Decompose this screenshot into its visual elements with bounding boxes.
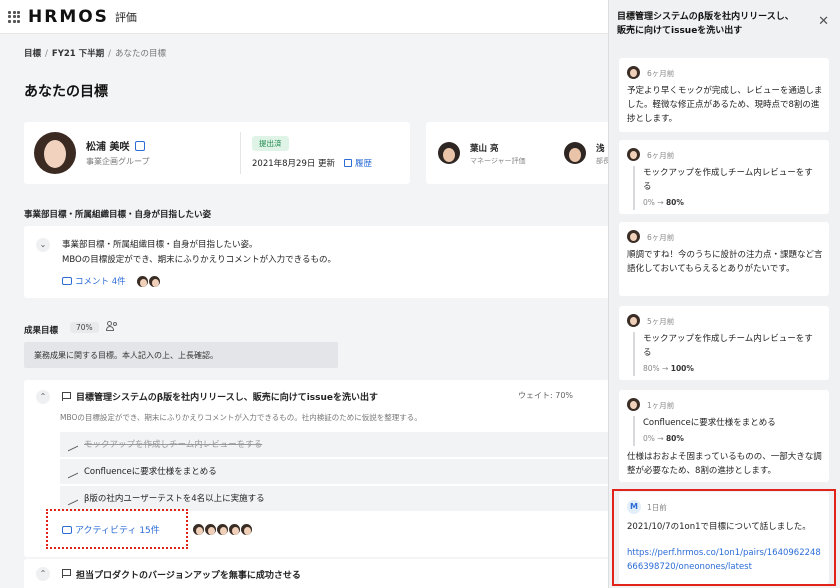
trend-icon bbox=[68, 492, 78, 506]
highlight-box bbox=[612, 489, 836, 586]
divider bbox=[240, 132, 241, 174]
reviewer-avatar bbox=[438, 142, 460, 164]
chevron-up-icon[interactable]: ⌃ bbox=[36, 390, 50, 404]
flag-icon bbox=[62, 569, 71, 578]
profile-group: 事業企画グループ bbox=[86, 157, 150, 166]
activity-text: 順調ですね！今のうちに設計の注力点・課題など言語化しておいてもらえるとありがたい… bbox=[627, 250, 823, 274]
activity-text: 予定より早くモックが完成し、レビューを通過しました。軽微な修正点があるため、現時… bbox=[627, 86, 823, 124]
avatar bbox=[627, 398, 640, 411]
breadcrumb-item-term[interactable]: FY21 下半期 bbox=[52, 49, 104, 59]
reviewer-name: 葉山 亮 bbox=[470, 144, 499, 154]
history-icon bbox=[344, 159, 352, 167]
product-name: 評価 bbox=[114, 10, 137, 24]
reviewer-role: 部長 bbox=[596, 157, 608, 165]
vision-section-title: 事業部目標・所属組織目標・自身が目指したい姿 bbox=[24, 210, 212, 220]
activity-icon bbox=[62, 526, 72, 534]
activity-quote: Confluenceに要求仕様をまとめる 0% → 80% bbox=[633, 416, 819, 446]
activity-time: 5ヶ月前 bbox=[647, 317, 675, 326]
activity-quote: モックアップを作成しチーム内レビューをする 80% → 100% bbox=[633, 332, 819, 376]
reviewer-card: 葉山 亮 マネージャー評価 浅 部長 bbox=[426, 122, 608, 184]
activity-time: 1ヶ月前 bbox=[647, 401, 675, 410]
vision-line: MBOの目標設定ができ、期末にふりかえりコメントが入力できるもの。 bbox=[62, 255, 336, 265]
progress-change: 80% → 100% bbox=[643, 364, 694, 373]
panel-title: 目標管理システムのβ版を社内リリースし、 販売に向けてissueを洗い出す bbox=[617, 12, 794, 36]
chevron-up-icon[interactable]: ⌃ bbox=[36, 567, 50, 581]
activity-link[interactable]: アクティビティ 15件 bbox=[62, 523, 160, 536]
results-description: 業務成果に関する目標。本人記入の上、上長確認。 bbox=[24, 342, 338, 368]
app-grid-icon[interactable] bbox=[8, 10, 20, 23]
activity-item: 6ヶ月前 モックアップを作成しチーム内レビューをする 0% → 80% bbox=[619, 140, 829, 214]
updated-date: 2021年8月29日 更新 bbox=[252, 159, 336, 169]
avatar bbox=[627, 314, 640, 327]
goal-card: ⌃ 担当プロダクトのバージョンアップを無事に成功させる bbox=[24, 559, 608, 588]
comment-icon bbox=[62, 277, 72, 285]
brand-logo[interactable]: HRMOS bbox=[28, 7, 109, 27]
panel-header: 目標管理システムのβ版を社内リリースし、 販売に向けてissueを洗い出す ✕ bbox=[609, 0, 840, 50]
page-title: あなたの目標 bbox=[24, 84, 108, 100]
activity-time: 6ヶ月前 bbox=[647, 151, 675, 160]
avatar bbox=[148, 275, 161, 288]
activity-item: 6ヶ月前 順調ですね！今のうちに設計の注力点・課題など言語化しておいてもらえると… bbox=[619, 222, 829, 296]
avatar bbox=[240, 523, 253, 536]
activity-item: 5ヶ月前 モックアップを作成しチーム内レビューをする 80% → 100% bbox=[619, 306, 829, 380]
vision-line: 事業部目標・所属組織目標・自身が目指したい姿。 bbox=[62, 240, 258, 250]
close-icon[interactable]: ✕ bbox=[818, 14, 829, 29]
status-badge: 提出済 bbox=[252, 136, 289, 151]
vision-card: ⌄ 事業部目標・所属組織目標・自身が目指したい姿。 MBOの目標設定ができ、期末… bbox=[24, 226, 608, 298]
goal-description: MBOの目標設定ができ、期末にふりかえりコメントが入力できるもの。社内検証のため… bbox=[60, 413, 422, 422]
breadcrumb-current: あなたの目標 bbox=[115, 49, 167, 59]
progress-change: 0% → 80% bbox=[643, 434, 684, 443]
task-row[interactable]: モックアップを作成しチーム内レビューをする bbox=[60, 432, 608, 458]
activity-item: 6ヶ月前 予定より早くモックが完成し、レビューを通過しました。軽微な修正点がある… bbox=[619, 58, 829, 132]
profile-name: 松浦 美咲 bbox=[86, 138, 146, 153]
avatar bbox=[34, 132, 76, 174]
profile-card: 松浦 美咲 事業企画グループ 提出済 2021年8月29日 更新 履歴 bbox=[24, 122, 410, 184]
flag-icon bbox=[62, 392, 71, 401]
goal-title[interactable]: 担当プロダクトのバージョンアップを無事に成功させる bbox=[76, 568, 301, 581]
activity-item: 1ヶ月前 Confluenceに要求仕様をまとめる 0% → 80% 仕様はおお… bbox=[619, 390, 829, 482]
activity-quote: モックアップを作成しチーム内レビューをする 0% → 80% bbox=[633, 166, 819, 210]
results-percent-badge: 70% bbox=[70, 322, 99, 333]
trend-icon bbox=[68, 465, 78, 479]
trend-icon bbox=[68, 438, 78, 452]
vision-text: 事業部目標・所属組織目標・自身が目指したい姿。 MBOの目標設定ができ、期末にふ… bbox=[62, 238, 336, 268]
task-row[interactable]: Confluenceに要求仕様をまとめる bbox=[60, 459, 608, 485]
goal-title[interactable]: 目標管理システムのβ版を社内リリースし、販売に向けてissueを洗い出す bbox=[76, 390, 378, 403]
people-icon[interactable] bbox=[106, 321, 118, 331]
reviewer-avatar bbox=[564, 142, 586, 164]
avatar bbox=[627, 66, 640, 79]
chevron-down-icon[interactable]: ⌄ bbox=[36, 238, 50, 252]
results-section-title: 成果目標 bbox=[24, 326, 59, 336]
main-content: 目標 / FY21 下半期 / あなたの目標 あなたの目標 松浦 美咲 事業企画グループ… bbox=[0, 35, 608, 588]
activity-text: 仕様はおおよそ固まっているものの、一部大きな調整が必要なため、8割の進捗とします… bbox=[627, 452, 822, 476]
avatar bbox=[627, 148, 640, 161]
breadcrumb-item-goals[interactable]: 目標 bbox=[24, 49, 41, 59]
goal-weight: ウェイト: 70% bbox=[518, 391, 574, 400]
activity-time: 6ヶ月前 bbox=[647, 233, 675, 242]
progress-change: 0% → 80% bbox=[643, 198, 684, 207]
reviewer-role: マネージャー評価 bbox=[470, 157, 526, 165]
breadcrumb: 目標 / FY21 下半期 / あなたの目標 bbox=[24, 49, 167, 59]
history-link[interactable]: 履歴 bbox=[344, 157, 372, 169]
id-card-icon[interactable] bbox=[135, 141, 146, 151]
comment-link[interactable]: コメント 4件 bbox=[62, 275, 126, 287]
activity-time: 6ヶ月前 bbox=[647, 69, 675, 78]
avatar bbox=[627, 230, 640, 243]
reviewer-name: 浅 bbox=[596, 144, 605, 154]
